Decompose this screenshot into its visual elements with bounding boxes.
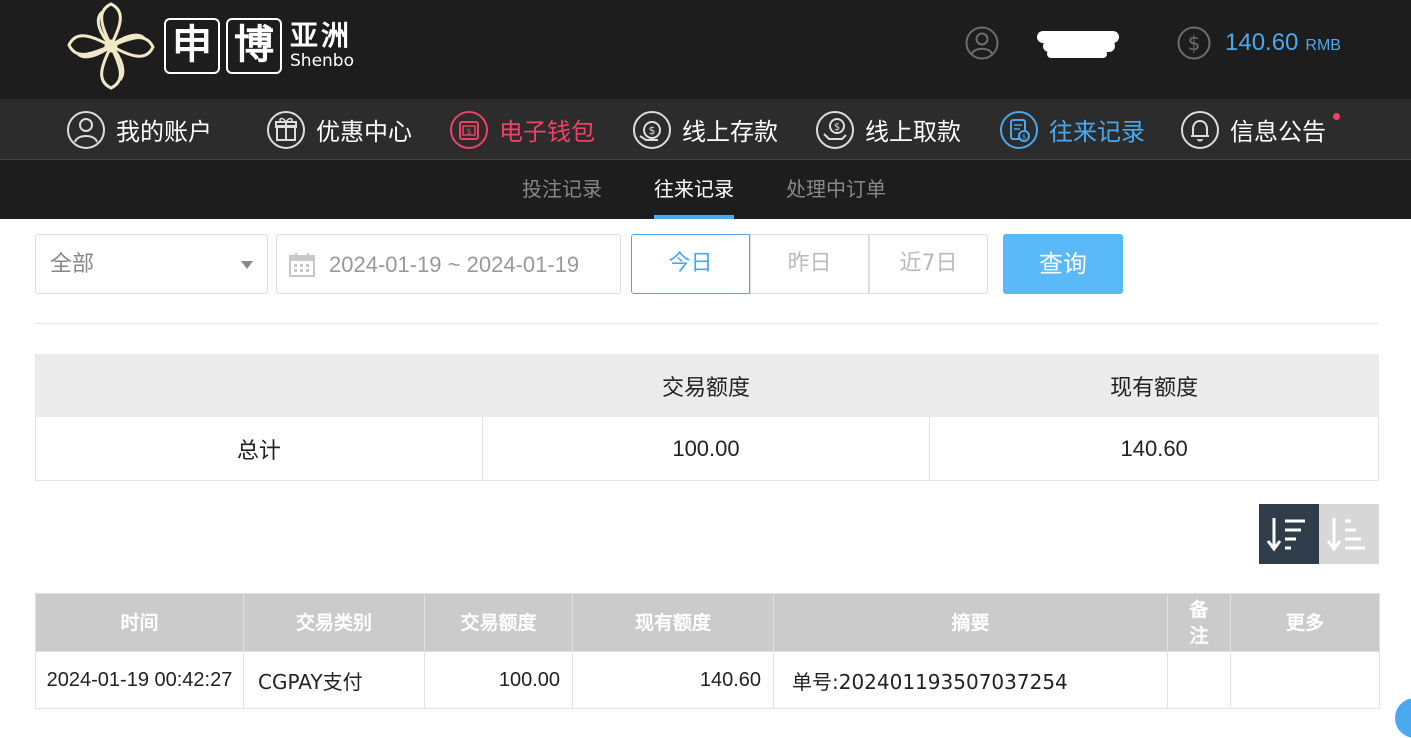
nav-item-announcements[interactable]: 信息公告 xyxy=(1180,99,1340,160)
calendar-icon xyxy=(289,253,315,277)
nav-item-transaction-records[interactable]: $ 往来记录 xyxy=(999,99,1145,160)
nav-item-online-deposit[interactable]: $ 线上存款 xyxy=(632,99,778,160)
sort-descending-button[interactable] xyxy=(1259,504,1319,564)
records-icon: $ xyxy=(1000,110,1038,149)
nav-label: 我的账户 xyxy=(116,118,212,146)
query-button[interactable]: 查询 xyxy=(1003,234,1123,294)
svg-text:$: $ xyxy=(1022,133,1026,141)
floating-chat-button[interactable] xyxy=(1395,698,1411,738)
svg-text:$: $ xyxy=(834,122,840,133)
tab-pending-orders[interactable]: 处理中订单 xyxy=(786,160,886,219)
balance-unit: RMB xyxy=(1305,37,1341,54)
logo-text: 亚洲 Shenbo xyxy=(290,19,354,72)
cell-type: CGPAY支付 xyxy=(243,651,425,709)
flower-logo-icon xyxy=(67,2,155,90)
column-header-amount: 交易额度 xyxy=(424,593,573,652)
cell-time: 2024-01-19 00:42:27 xyxy=(35,651,244,709)
brand-logo[interactable]: 申 博 亚洲 Shenbo xyxy=(64,0,354,92)
main-nav: 我的账户 优惠中心 $ 电子钱包 $ 线上存款 $ 线上取款 $ 往来记录 信息… xyxy=(0,99,1411,160)
divider xyxy=(35,323,1379,324)
unread-dot xyxy=(1333,113,1340,120)
tab-bet-records[interactable]: 投注记录 xyxy=(522,160,602,219)
nav-label: 电子钱包 xyxy=(499,118,595,146)
tab-transaction-records[interactable]: 往来记录 xyxy=(654,160,734,219)
sort-descending-icon xyxy=(1266,518,1305,552)
sort-ascending-icon xyxy=(1326,518,1365,552)
withdraw-icon: $ xyxy=(816,110,854,149)
column-header-note: 备注 xyxy=(1167,593,1231,652)
summary-current-balance: 140.60 xyxy=(929,416,1379,481)
cell-note xyxy=(1167,651,1231,709)
summary-header-cell: 交易额度 xyxy=(481,354,931,417)
type-select[interactable]: 全部 xyxy=(35,234,268,294)
nav-label: 信息公告 xyxy=(1230,118,1326,146)
nav-label: 往来记录 xyxy=(1049,118,1145,146)
nav-label: 线上取款 xyxy=(865,118,961,146)
deposit-icon: $ xyxy=(633,110,671,149)
summary-total-row: 总计 100.00 140.60 xyxy=(35,416,1379,481)
range-today-button[interactable]: 今日 xyxy=(631,234,750,294)
summary-transaction-total: 100.00 xyxy=(481,416,931,481)
summary-header-cell: 现有额度 xyxy=(929,354,1379,417)
range-yesterday-button[interactable]: 昨日 xyxy=(750,234,869,294)
balance-display: $ 140.60 RMB xyxy=(1177,26,1341,60)
sub-nav: 投注记录 往来记录 处理中订单 xyxy=(0,160,1411,219)
logo-cn: 亚洲 xyxy=(290,19,353,52)
svg-text:$: $ xyxy=(1188,31,1201,55)
type-select-value: 全部 xyxy=(50,252,95,277)
logo-char-box: 博 xyxy=(226,18,282,74)
active-tab-indicator xyxy=(654,215,734,219)
summary-table: 交易额度 现有额度 总计 100.00 140.60 xyxy=(35,354,1379,481)
summary-total-label: 总计 xyxy=(35,416,483,481)
table-header-row: 时间 交易类别 交易额度 现有额度 摘要 备注 更多 xyxy=(35,593,1380,652)
svg-text:$: $ xyxy=(466,127,471,136)
caret-down-icon xyxy=(241,261,253,269)
wallet-icon: $ xyxy=(450,110,488,149)
cell-summary: 单号:202401193507037254 xyxy=(773,651,1168,709)
top-header: 申 博 亚洲 Shenbo $ 140.60 RMB xyxy=(0,0,1411,99)
tab-label: 往来记录 xyxy=(654,177,734,201)
redacted-username xyxy=(1007,26,1119,60)
nav-label: 优惠中心 xyxy=(316,118,412,146)
logo-en: Shenbo xyxy=(290,51,354,71)
nav-item-online-withdraw[interactable]: $ 线上取款 xyxy=(815,99,961,160)
column-header-balance: 现有额度 xyxy=(572,593,774,652)
nav-label: 线上存款 xyxy=(682,118,778,146)
date-range-value: 2024-01-19 ~ 2024-01-19 xyxy=(329,252,580,277)
column-header-more: 更多 xyxy=(1230,593,1380,652)
column-header-summary: 摘要 xyxy=(773,593,1168,652)
svg-text:$: $ xyxy=(649,124,656,137)
nav-item-my-account[interactable]: 我的账户 xyxy=(66,99,212,160)
cell-balance: 140.60 xyxy=(572,651,774,709)
user-avatar-icon xyxy=(965,26,999,60)
balance-amount: 140.60 xyxy=(1225,29,1299,56)
sort-ascending-button[interactable] xyxy=(1319,504,1379,564)
logo-char-box: 申 xyxy=(164,18,220,74)
summary-header-cell xyxy=(35,354,483,417)
bell-icon xyxy=(1181,110,1219,149)
nav-item-promotions[interactable]: 优惠中心 xyxy=(266,99,412,160)
summary-header-row: 交易额度 现有额度 xyxy=(35,354,1379,417)
gift-icon xyxy=(267,110,305,149)
cell-more[interactable] xyxy=(1230,651,1380,709)
table-row: 2024-01-19 00:42:27 CGPAY支付 100.00 140.6… xyxy=(35,651,1380,709)
range-7days-button[interactable]: 近7日 xyxy=(869,234,988,294)
column-header-type: 交易类别 xyxy=(243,593,425,652)
user-account[interactable] xyxy=(965,26,1119,60)
dollar-coin-icon: $ xyxy=(1177,26,1211,60)
nav-item-e-wallet[interactable]: $ 电子钱包 xyxy=(449,99,595,160)
date-range-picker[interactable]: 2024-01-19 ~ 2024-01-19 xyxy=(276,234,621,294)
transaction-table: 时间 交易类别 交易额度 现有额度 摘要 备注 更多 2024-01-19 00… xyxy=(35,593,1380,709)
user-icon xyxy=(67,110,105,149)
column-header-time: 时间 xyxy=(35,593,244,652)
cell-amount: 100.00 xyxy=(424,651,573,709)
